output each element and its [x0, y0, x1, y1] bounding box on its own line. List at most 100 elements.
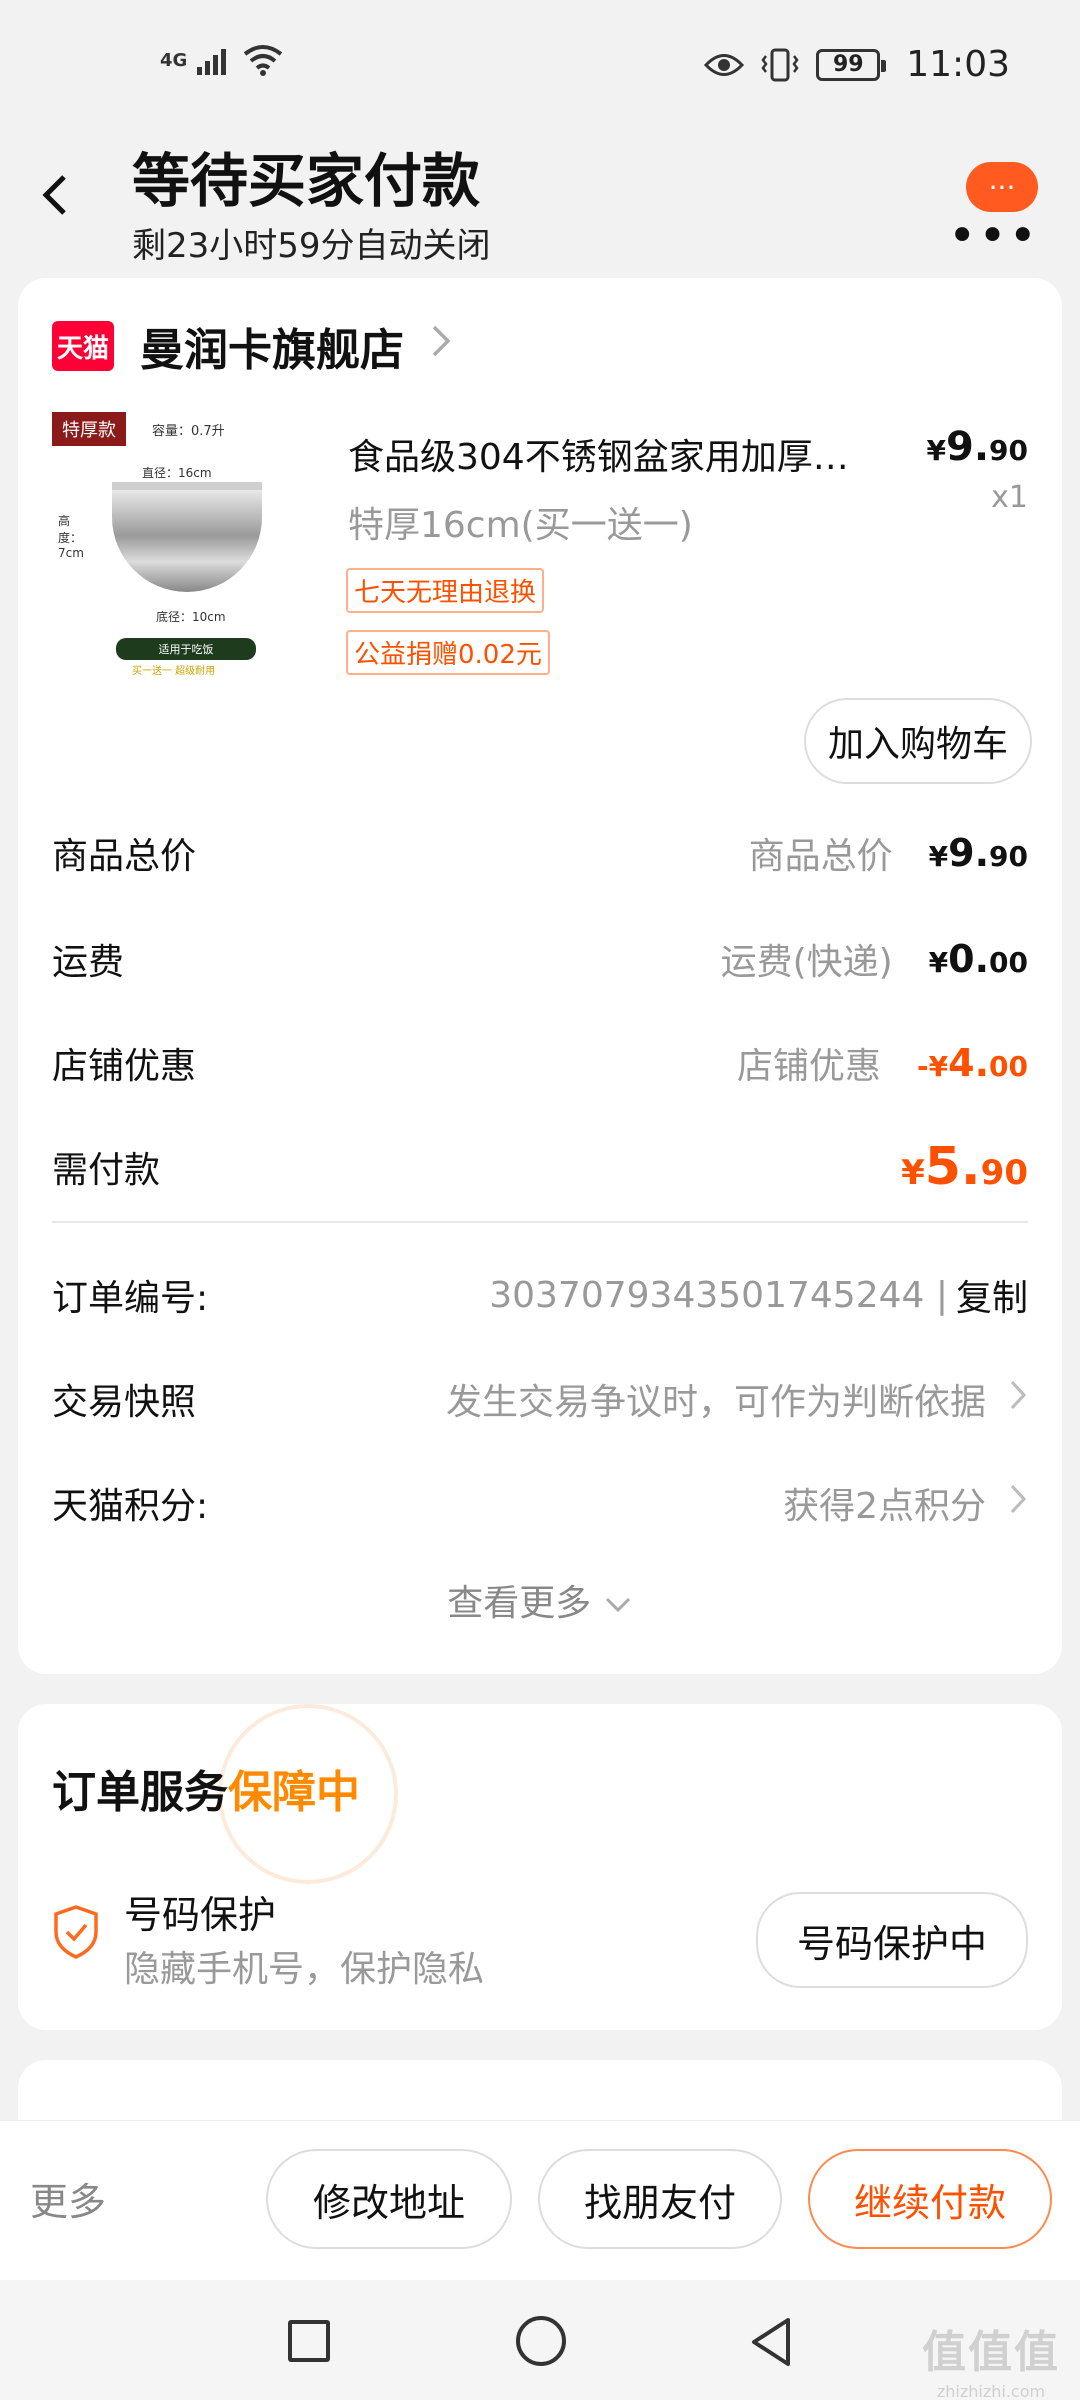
product-image-capacity: 容量：0.7升 [152, 424, 225, 439]
order-card: 天猫 曼润卡旗舰店 特厚款 容量：0.7升 直径：16cm 高度：7cm 底径：… [18, 278, 1062, 1674]
store-row[interactable]: 天猫 曼润卡旗舰店 [52, 314, 452, 378]
chevron-right-icon [1008, 1376, 1028, 1422]
points-label: 天猫积分: [52, 1486, 209, 1527]
eye-icon [704, 53, 745, 76]
product-price: ¥9.90 [927, 424, 1028, 470]
price-symbol: ¥ [926, 434, 946, 467]
value-dec: 90 [980, 1153, 1028, 1193]
snapshot-value: 发生交易争议时，可作为判断依据 [445, 1382, 986, 1423]
divider [52, 1221, 1028, 1223]
summary-row-discount: 店铺优惠 店铺优惠 -¥4.00 [52, 1028, 1028, 1098]
value-prefix: ¥ [928, 946, 949, 979]
summary-value: ¥0.00 [929, 937, 1028, 981]
value-dec: 00 [989, 946, 1028, 979]
product-sku: 特厚16cm(买一送一) [348, 505, 693, 546]
summary-desc: 商品总价 [748, 836, 893, 877]
summary-value: ¥9.90 [929, 831, 1028, 875]
tag-return-policy: 七天无理由退换 [346, 568, 545, 613]
snapshot-label: 交易快照 [52, 1382, 197, 1423]
value-int: 4. [948, 1041, 990, 1085]
page-subtitle: 剩23小时59分自动关闭 [132, 226, 491, 266]
bottom-action-bar: 更多 修改地址 找朋友付 继续付款 [0, 2120, 1080, 2280]
header: 等待买家付款 剩23小时59分自动关闭 ··· ••• [0, 130, 1080, 270]
order-number-row: 订单编号: 3037079343501745244 | 复制 [52, 1260, 1028, 1330]
tag-charity: 公益捐赠0.02元 [346, 630, 550, 675]
vibrate-icon [761, 48, 799, 81]
continue-payment-button[interactable]: 继续付款 [808, 2149, 1052, 2249]
chevron-down-icon [605, 1597, 630, 1613]
product-image-top-dim: 直径：16cm [142, 466, 212, 480]
back-button[interactable] [40, 170, 90, 230]
summary-desc: 运费(快递) [720, 942, 893, 983]
summary-row-shipping: 运费 运费(快递) ¥0.00 [52, 924, 1028, 994]
bowl-picture [112, 482, 262, 592]
product-image[interactable]: 特厚款 容量：0.7升 直径：16cm 高度：7cm 底径：10cm 适用于吃饭… [52, 412, 320, 677]
product-image-badge: 特厚款 [52, 412, 126, 446]
service-title: 订单服务保障中 [52, 1756, 360, 1820]
value-dec: 90 [989, 840, 1028, 873]
service-item-desc: 隐藏手机号，保护隐私 [124, 1949, 485, 1990]
copy-button[interactable]: 复制 [956, 1269, 1028, 1321]
value-prefix: ¥ [928, 840, 949, 873]
total-value: ¥5.90 [901, 1137, 1028, 1197]
value-int: 9. [948, 831, 990, 875]
price-dec: 90 [989, 434, 1028, 467]
value-int: 0. [948, 937, 990, 981]
tmall-logo: 天猫 [52, 321, 114, 371]
battery-indicator: 99 [816, 48, 887, 81]
recent-apps-icon[interactable] [288, 2320, 330, 2362]
page-title: 等待买家付款 [132, 147, 481, 215]
summary-desc: 店铺优惠 [737, 1046, 882, 1087]
friend-pay-button[interactable]: 找朋友付 [538, 2149, 782, 2249]
system-nav-bar: 值值值 zhizhizhi.com [0, 2280, 1080, 2400]
chevron-left-icon [42, 175, 66, 215]
home-icon[interactable] [516, 2316, 566, 2366]
service-item-name: 号码保护 [124, 1893, 277, 1937]
product-image-note: 买一送一 超级耐用 [132, 666, 216, 677]
watermark-domain: zhizhizhi.com [936, 2382, 1046, 2400]
signal-area: 4G [160, 44, 283, 76]
store-name[interactable]: 曼润卡旗舰店 [140, 314, 404, 378]
product-title[interactable]: 食品级304不锈钢盆家用加厚… [348, 428, 908, 480]
watermark: 值值值 zhizhizhi.com [916, 2316, 1066, 2400]
back-triangle-icon[interactable] [742, 2312, 802, 2372]
see-more-label: 查看更多 [447, 1583, 592, 1624]
more-button[interactable]: 更多 [30, 2171, 106, 2226]
summary-label: 店铺优惠 [52, 1046, 197, 1087]
value-int: 5. [924, 1137, 981, 1197]
shield-icon [54, 1905, 98, 1959]
summary-value: -¥4.00 [917, 1041, 1028, 1085]
clock: 11:03 [906, 44, 1010, 85]
add-to-cart-button[interactable]: 加入购物车 [804, 698, 1032, 784]
wifi-icon [244, 45, 283, 76]
message-bubble-icon[interactable]: ··· [966, 162, 1038, 212]
status-bar: 4G 99 11:03 [0, 0, 1080, 130]
order-number-label: 订单编号: [52, 1278, 209, 1319]
number-protection-button[interactable]: 号码保护中 [756, 1892, 1028, 1988]
more-menu-button[interactable]: ··· ••• [948, 162, 1038, 260]
signal-icon [197, 49, 227, 75]
product-image-height: 高度：7cm [58, 514, 84, 560]
points-value: 获得2点积分 [783, 1486, 986, 1527]
chevron-right-icon [1008, 1480, 1028, 1526]
value-prefix: ¥ [901, 1153, 925, 1193]
more-dots-icon: ••• [948, 208, 1039, 264]
watermark-main: 值值值 [922, 2327, 1060, 2378]
see-more-button[interactable]: 查看更多 [18, 1574, 1062, 1626]
points-row[interactable]: 天猫积分: 获得2点积分 [52, 1468, 1028, 1538]
modify-address-button[interactable]: 修改地址 [266, 2149, 512, 2249]
product-quantity: x1 [991, 480, 1028, 515]
summary-label: 运费 [52, 942, 125, 983]
service-card: 订单服务保障中 号码保护 隐藏手机号，保护隐私 号码保护中 [18, 1704, 1062, 2030]
summary-label: 需付款 [52, 1150, 161, 1191]
value-dec: 00 [989, 1050, 1028, 1083]
summary-row-subtotal: 商品总价 商品总价 ¥9.90 [52, 818, 1028, 888]
snapshot-row[interactable]: 交易快照 发生交易争议时，可作为判断依据 [52, 1364, 1028, 1434]
summary-label: 商品总价 [52, 836, 197, 877]
summary-row-total: 需付款 ¥5.90 [52, 1132, 1028, 1202]
product-image-bar: 适用于吃饭 [116, 638, 256, 660]
chevron-right-icon [430, 323, 452, 369]
service-title-text: 订单服务 [52, 1767, 228, 1818]
product-image-bottom-dim: 底径：10cm [156, 610, 226, 624]
status-icons: 99 11:03 [704, 44, 1010, 85]
